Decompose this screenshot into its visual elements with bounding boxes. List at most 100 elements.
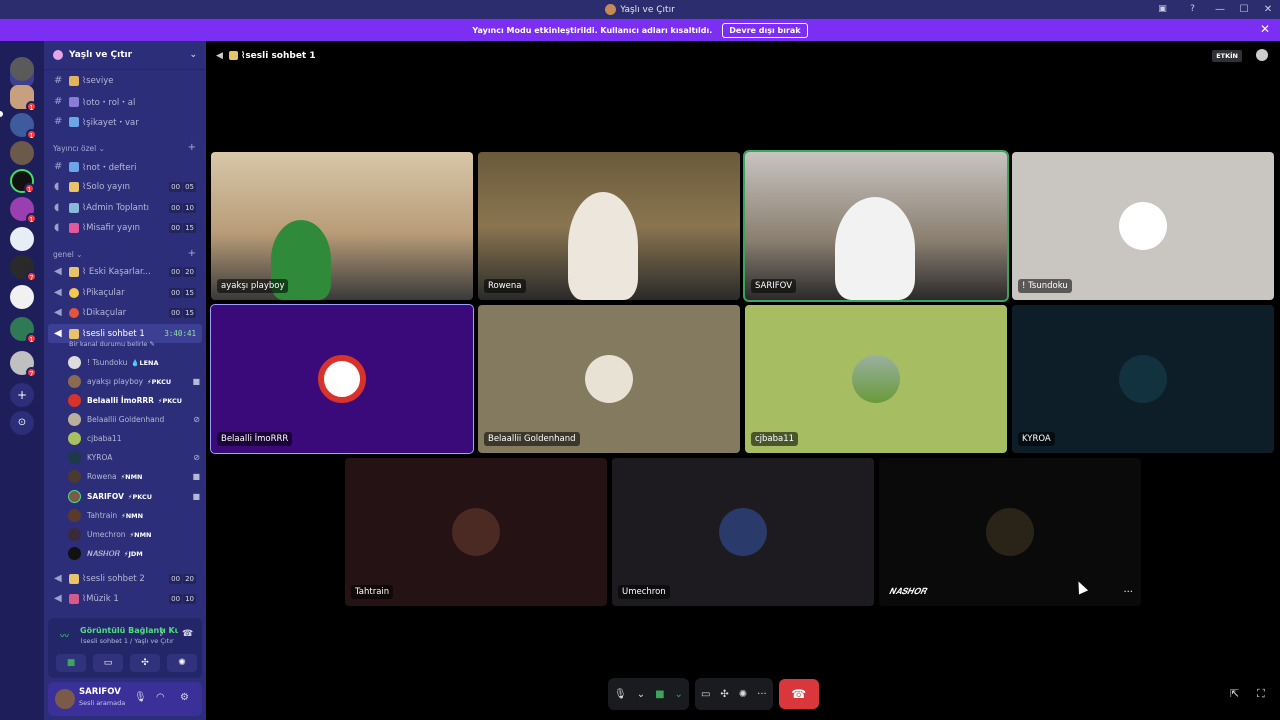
chat-icon[interactable] [1256,49,1268,61]
text-channel[interactable]: # ⌇seviye [48,71,202,90]
speaker-icon: ◀ [54,328,62,339]
video-tile[interactable]: Belaallii Goldenhand [478,305,740,453]
server-icon[interactable] [10,285,34,309]
server-icon[interactable]: 1 [10,85,37,112]
screen-share-button[interactable]: ▭ [93,654,123,672]
minimize-button[interactable]: — [1208,4,1232,15]
text-channel[interactable]: # ⌇oto・rol・al [48,92,202,111]
voice-channel[interactable]: ◀ ⌇Dikaçular 00 15 [48,303,202,322]
channel-emoji [69,202,79,213]
disconnect-icon[interactable]: ☎ [182,629,193,639]
text-channel[interactable]: # ⌇şikayet・var [48,112,202,131]
video-tile[interactable]: ayakşı playboy [211,152,473,300]
server-icon[interactable] [10,227,34,251]
call-controls: 🎙 ⌄ ■ ⌄ ▭ ✣ ✺ ··· ☎ [608,678,819,710]
add-channel-icon[interactable]: + [188,142,196,153]
voice-channel[interactable]: ◀ ⌇Pikaçular 00 15 [48,283,202,302]
add-channel-icon[interactable]: + [188,248,196,259]
inbox-icon[interactable]: ▣ [1156,3,1169,16]
gear-icon[interactable]: ⚙ [180,692,189,703]
user-limit: 00 15 [169,222,196,233]
voice-user[interactable]: SARIFOV ⚡PKCU ■ [68,487,200,506]
video-tile[interactable]: 𝑵𝑨𝑺𝑯𝑶𝑹 ··· [879,458,1141,606]
chevron-down-icon[interactable]: ⌄ [675,689,683,700]
server-icon[interactable] [10,57,34,81]
video-tile[interactable]: Umechron [612,458,874,606]
server-icon[interactable]: 1 [10,317,37,344]
more-icon[interactable]: ··· [757,689,767,700]
more-options-icon[interactable]: ··· [1123,587,1133,598]
microphone-icon[interactable]: 🎙 [134,692,147,703]
tile-label: cjbaba11 [751,432,799,446]
channel-label: ⌇Admin Toplantı [82,202,149,213]
video-tile[interactable]: ! Tsundoku [1012,152,1274,300]
server-icon[interactable]: 1 [10,113,37,140]
voice-user[interactable]: Belaalli İmoRRR ⚡PKCU [68,391,200,410]
video-tile[interactable]: Belaalli İmoRRR [210,304,474,454]
signal-icon[interactable]: 〰 [60,629,69,642]
headphones-icon[interactable]: ◠ [156,692,165,703]
voice-user[interactable]: Tahtrain ⚡NMN [68,506,200,525]
video-tile[interactable]: Rowena [478,152,740,300]
stage-channel[interactable]: ◖ ⌇Solo yayın 00 05 [48,177,202,196]
voice-user[interactable]: Umechron ⚡NMN [68,525,200,544]
category-genel[interactable]: genel ⌄ [53,250,83,259]
camera-icon[interactable]: ■ [655,689,664,700]
chevron-down-icon[interactable]: ⌄ [637,689,645,700]
server-icon[interactable]: 7 [10,255,37,282]
channel-emoji [69,181,79,192]
server-icon[interactable]: 1 [10,169,35,194]
guild-header[interactable]: Yaşlı ve Çıtır ⌄ [44,41,206,70]
activities-icon[interactable]: ✣ [720,689,728,700]
noise-suppression-icon[interactable]: ⫽ [160,629,164,639]
user-name[interactable]: SARIFOV [79,687,121,697]
voice-user[interactable]: cjbaba11 [68,429,200,448]
video-tile-speaking[interactable]: SARIFOV [743,150,1009,302]
avatar [852,355,900,403]
video-tile[interactable]: cjbaba11 [745,305,1007,453]
fullscreen-icon[interactable]: ⛶ [1257,687,1265,701]
chevron-down-icon[interactable]: ⌄ [189,50,197,60]
window-title-text: Yaşlı ve Çıtır [620,4,675,15]
channel-status[interactable]: Bir kanal durumu belirle ✎ [69,340,155,348]
maximize-button[interactable]: ☐ [1232,4,1256,15]
server-icon[interactable]: 1 [10,197,37,224]
soundboard-icon[interactable]: ✺ [739,689,747,700]
add-server-icon[interactable]: + [10,383,34,407]
close-button[interactable]: ✕ [1256,4,1280,15]
user-count: 00 [169,266,183,277]
camera-button[interactable]: ■ [56,654,86,672]
close-icon[interactable]: ✕ [1260,22,1270,36]
avatar [68,547,81,560]
voice-user[interactable]: ! Tsundoku 💧LENA [68,353,200,372]
avatar[interactable] [55,689,75,709]
voice-user[interactable]: ayakşı playboy ⚡PKCU ■ [68,372,200,391]
hang-up-button[interactable]: ☎ [778,679,819,709]
live-badge: ETKİN [1212,50,1242,62]
voice-user[interactable]: KYROA ⊘ [68,448,200,467]
voice-user[interactable]: 𝑵𝑨𝑺𝑯𝑶𝑹 ⚡JDM [68,544,200,563]
activities-button[interactable]: ✣ [130,654,160,672]
server-icon[interactable] [10,141,34,165]
voice-user[interactable]: Rowena ⚡NMN ■ [68,467,200,486]
category-yayinci[interactable]: Yayıncı özel ⌄ [53,144,105,153]
popout-icon[interactable]: ⇱ [1230,687,1239,700]
disable-streamer-mode-button[interactable]: Devre dışı bırak [722,22,808,38]
text-channel[interactable]: # ⌇not・defteri [48,157,202,176]
video-tile[interactable]: Tahtrain [345,458,607,606]
microphone-icon[interactable]: 🎙 [614,689,627,700]
category-label: Yayıncı özel [53,144,97,153]
stage-channel[interactable]: ◖ ⌇Misafir yayın 00 15 [48,218,202,237]
voice-channel[interactable]: ◀ ⌇Müzik 1 00 10 [48,589,202,608]
server-icon[interactable]: 7 [10,351,37,378]
speaker-icon: ◀ [54,307,62,318]
stage-channel[interactable]: ◖ ⌇Admin Toplantı 00 10 [48,198,202,217]
help-icon[interactable]: ? [1186,3,1199,16]
voice-channel[interactable]: ◀ ⌇sesli sohbet 2 00 20 [48,569,202,588]
screen-share-icon[interactable]: ▭ [701,689,710,700]
voice-channel[interactable]: ◀ ⌇ Eski Kaşarlar... 00 20 [48,262,202,281]
voice-user[interactable]: Belaallii Goldenhand ⊘ [68,410,200,429]
soundboard-button[interactable]: ✺ [167,654,197,672]
discover-icon[interactable]: ⊙ [10,411,34,435]
video-tile[interactable]: KYROA [1012,305,1274,453]
